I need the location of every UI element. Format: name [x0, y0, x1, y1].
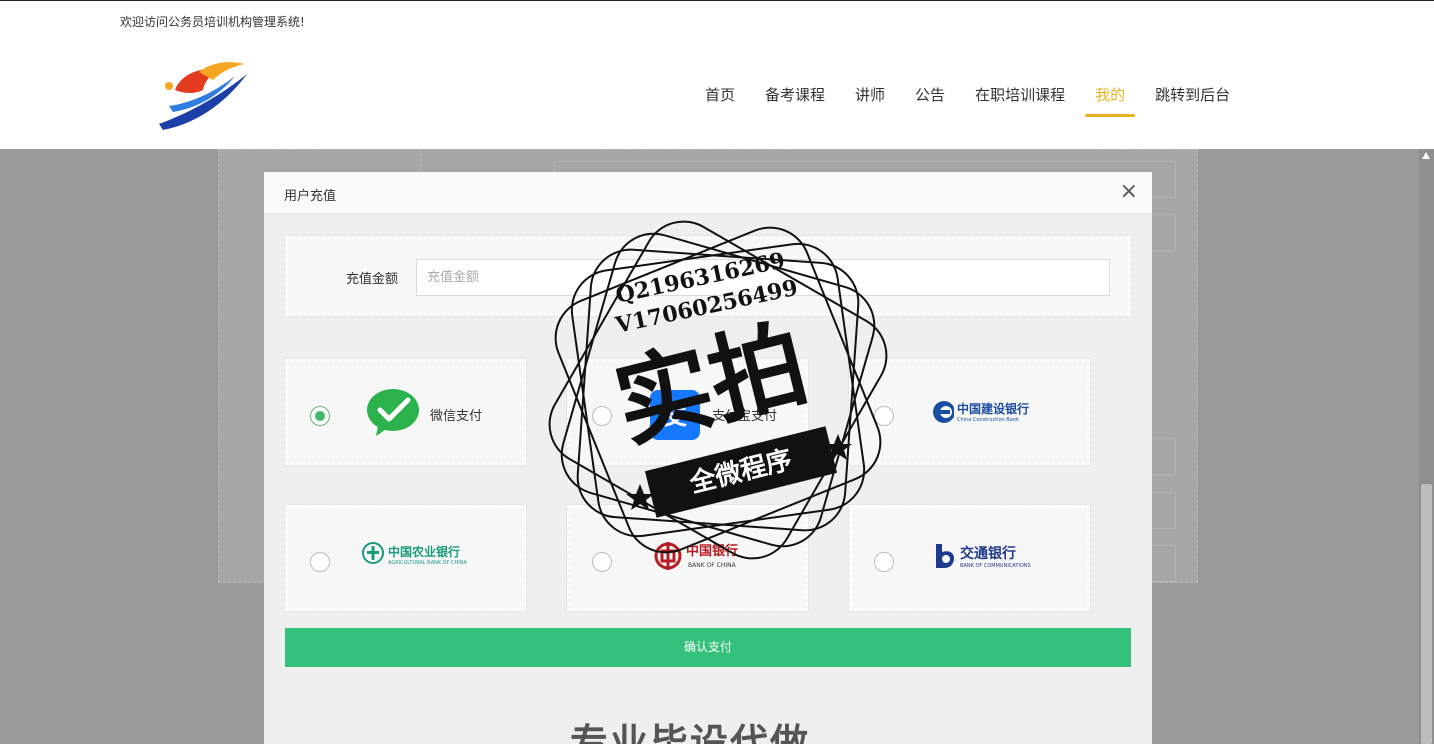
- confirm-pay-button[interactable]: 确认支付: [285, 628, 1131, 667]
- modal-header: 用户充值 ×: [264, 172, 1152, 214]
- modal-title: 用户充值: [284, 189, 337, 204]
- boc-icon: [654, 542, 682, 570]
- payment-option-boc[interactable]: 中国银行 BANK OF CHINA: [566, 504, 809, 612]
- scroll-up-arrow-icon[interactable]: [1422, 152, 1430, 159]
- watermark-slogan: 专业毕设代做: [570, 721, 811, 744]
- amount-label: 充值金额: [346, 272, 399, 287]
- payment-option-abc[interactable]: 中国农业银行 AGRICULTURAL BANK OF CHINA: [284, 504, 527, 612]
- radio-abc[interactable]: [310, 552, 330, 572]
- nav-announcements[interactable]: 公告: [915, 84, 945, 117]
- radio-boc[interactable]: [592, 552, 612, 572]
- scrollbar-thumb[interactable]: [1421, 484, 1432, 744]
- nav-lecturers[interactable]: 讲师: [855, 84, 885, 117]
- nav-prep-courses[interactable]: 备考课程: [765, 84, 825, 117]
- top-bar: 欢迎访问公务员培训机构管理系统!: [0, 0, 1434, 45]
- ccb-subtitle: China Construction Bank: [957, 417, 1019, 423]
- site-header: 首页 备考课程 讲师 公告 在职培训课程 我的 跳转到后台: [0, 44, 1434, 149]
- main-nav: 首页 备考课程 讲师 公告 在职培训课程 我的 跳转到后台: [690, 84, 1245, 117]
- close-icon[interactable]: ×: [1120, 180, 1138, 204]
- abc-icon: [362, 542, 384, 564]
- nav-admin[interactable]: 跳转到后台: [1155, 84, 1230, 117]
- nav-home[interactable]: 首页: [705, 84, 735, 117]
- ccb-name: 中国建设银行: [957, 402, 1030, 416]
- boc-subtitle: BANK OF CHINA: [688, 562, 736, 569]
- payment-option-wechat[interactable]: 微信支付: [284, 358, 527, 466]
- bocom-icon: [936, 544, 954, 568]
- radio-alipay[interactable]: [592, 406, 612, 426]
- radio-wechat[interactable]: [310, 406, 330, 426]
- nav-mine[interactable]: 我的: [1085, 84, 1136, 117]
- page-scrollbar[interactable]: [1419, 149, 1434, 744]
- radio-ccb[interactable]: [874, 406, 894, 426]
- ccb-icon: [933, 401, 954, 423]
- wechat-pay-icon: [367, 389, 419, 436]
- abc-name: 中国农业银行: [388, 545, 461, 559]
- nav-onjob-courses[interactable]: 在职培训课程: [975, 84, 1065, 117]
- boc-name: 中国银行: [686, 544, 739, 559]
- bocom-subtitle: BANK OF COMMUNICATIONS: [960, 563, 1031, 569]
- wechat-pay-label: 微信支付: [430, 409, 483, 424]
- payment-option-ccb[interactable]: 中国建设银行 China Construction Bank: [848, 358, 1091, 466]
- abc-subtitle: AGRICULTURAL BANK OF CHINA: [388, 560, 467, 566]
- site-logo-icon[interactable]: [155, 60, 250, 132]
- payment-option-bocom[interactable]: 交通银行 BANK OF COMMUNICATIONS: [848, 504, 1091, 612]
- welcome-text: 欢迎访问公务员培训机构管理系统!: [120, 15, 305, 29]
- radio-bocom[interactable]: [874, 552, 894, 572]
- bocom-name: 交通银行: [960, 546, 1016, 562]
